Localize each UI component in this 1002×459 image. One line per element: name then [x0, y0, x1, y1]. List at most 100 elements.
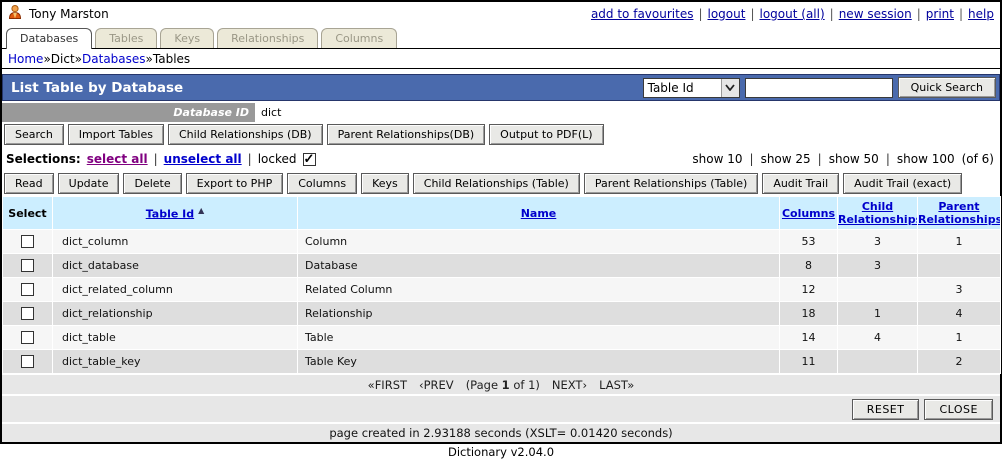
separator: |	[959, 7, 964, 21]
column-header-parent-relationships: Parent Relationships	[917, 196, 1001, 230]
cell-columns: 53	[779, 229, 838, 254]
table-row: dict_table Table 14 4 1	[2, 325, 1001, 350]
sort-by-table-id-link[interactable]: Table Id	[146, 207, 194, 220]
tables-list: Select Table Id ▲ Name Columns Child Rela…	[2, 196, 1001, 374]
show-50-link[interactable]: show 50	[829, 152, 879, 166]
pagination-bar: «FIRST ‹PREV (Page 1 of 1) NEXT› LAST»	[2, 375, 1000, 394]
row-select-checkbox[interactable]	[21, 331, 34, 345]
row-select-checkbox[interactable]	[21, 355, 34, 369]
breadcrumb-databases[interactable]: Databases	[82, 52, 146, 66]
toolbar-top: Search Import Tables Child Relationships…	[2, 122, 1000, 147]
cell-parent-relationships	[917, 253, 1001, 278]
keys-button[interactable]: Keys	[361, 173, 409, 194]
read-button[interactable]: Read	[4, 173, 54, 194]
next-page-link[interactable]: NEXT›	[552, 378, 587, 392]
title-bar: List Table by Database Table Id Quick Se…	[2, 74, 1000, 101]
separator: |	[885, 152, 890, 166]
row-select-checkbox[interactable]	[21, 259, 34, 273]
table-row: dict_database Database 8 3	[2, 253, 1001, 278]
prev-page-link[interactable]: ‹PREV	[419, 378, 454, 392]
table-header-row: Select Table Id ▲ Name Columns Child Rela…	[2, 196, 1001, 230]
import-tables-button[interactable]: Import Tables	[67, 124, 164, 145]
show-25-link[interactable]: show 25	[761, 152, 811, 166]
show-10-link[interactable]: show 10	[692, 152, 742, 166]
separator: |	[698, 7, 703, 21]
last-page-link[interactable]: LAST»	[599, 378, 634, 392]
show-options: show 10 | show 25 | show 50 | show 100 (…	[692, 152, 994, 166]
tab-columns[interactable]: Columns	[321, 28, 398, 48]
table-row: dict_relationship Relationship 18 1 4	[2, 301, 1001, 326]
app-version: Dictionary v2.04.0	[447, 445, 555, 459]
cell-name: Table	[297, 325, 780, 350]
row-select-checkbox[interactable]	[21, 283, 34, 297]
breadcrumb-home[interactable]: Home	[8, 52, 43, 66]
link-help[interactable]: help	[968, 7, 994, 21]
breadcrumb-dict: Dict	[50, 51, 75, 66]
tab-relationships[interactable]: Relationships	[217, 28, 319, 48]
cell-parent-relationships: 1	[917, 325, 1001, 350]
parent-relationships-db-button[interactable]: Parent Relationships(DB)	[326, 124, 486, 145]
sort-by-columns-link[interactable]: Columns	[782, 207, 835, 220]
reset-button[interactable]: RESET	[851, 398, 920, 420]
output-to-pdf-button[interactable]: Output to PDF(L)	[489, 124, 604, 145]
logged-in-user: Tony Marston	[29, 7, 109, 21]
cell-name: Related Column	[297, 277, 780, 302]
cell-parent-relationships: 3	[917, 277, 1001, 302]
unselect-all-link[interactable]: unselect all	[164, 152, 242, 166]
selections-label: Selections:	[6, 152, 81, 166]
link-add-to-favourites[interactable]: add to favourites	[591, 7, 694, 21]
audit-trail-button[interactable]: Audit Trail	[762, 173, 840, 194]
table-row: dict_related_column Related Column 12 3	[2, 277, 1001, 302]
update-button[interactable]: Update	[57, 173, 120, 194]
link-logout[interactable]: logout	[708, 7, 746, 21]
search-button[interactable]: Search	[4, 124, 64, 145]
export-to-php-button[interactable]: Export to PHP	[185, 173, 284, 194]
link-print[interactable]: print	[926, 7, 954, 21]
tab-keys[interactable]: Keys	[160, 28, 215, 48]
tab-databases[interactable]: Databases	[6, 28, 93, 49]
show-100-link[interactable]: show 100	[897, 152, 955, 166]
locked-checkbox[interactable]	[302, 151, 316, 167]
cell-parent-relationships: 2	[917, 349, 1001, 374]
row-select-checkbox[interactable]	[21, 235, 34, 249]
cell-child-relationships	[837, 277, 918, 302]
database-id-label: Database ID	[2, 103, 255, 122]
parent-relationships-table-button[interactable]: Parent Relationships (Table)	[583, 173, 759, 194]
sort-by-parent-relationships-link[interactable]: Parent Relationships	[919, 200, 1000, 226]
child-relationships-table-button[interactable]: Child Relationships (Table)	[412, 173, 580, 194]
separator: |	[829, 7, 834, 21]
quick-search-button[interactable]: Quick Search	[897, 77, 996, 98]
breadcrumb-separator: »	[74, 51, 83, 66]
cell-name: Column	[297, 229, 780, 254]
cell-child-relationships: 3	[837, 229, 918, 254]
locked-label: locked	[257, 152, 297, 166]
quick-search-field-select[interactable]: Table Id	[642, 77, 740, 98]
cell-columns: 14	[779, 325, 838, 350]
row-select-checkbox[interactable]	[21, 307, 34, 321]
audit-trail-exact-button[interactable]: Audit Trail (exact)	[843, 173, 963, 194]
cell-table-id: dict_column	[52, 229, 298, 254]
child-relationships-db-button[interactable]: Child Relationships (DB)	[167, 124, 323, 145]
cell-columns: 12	[779, 277, 838, 302]
close-button[interactable]: CLOSE	[924, 398, 993, 420]
first-page-link[interactable]: «FIRST	[368, 378, 407, 392]
quick-search-input[interactable]	[744, 77, 893, 98]
separator: |	[750, 7, 755, 21]
sort-by-child-relationships-link[interactable]: Child Relationships	[839, 200, 917, 226]
selections-controls: Selections: select all | unselect all | …	[6, 151, 316, 167]
current-page-number: 1	[501, 377, 510, 392]
link-logout-all[interactable]: logout (all)	[760, 7, 825, 21]
quick-search-area: Table Id Quick Search	[642, 77, 996, 98]
columns-button[interactable]: Columns	[287, 173, 358, 194]
selected-field: Table Id	[647, 80, 694, 95]
database-id-value: dict	[261, 106, 282, 119]
application-window: Tony Marston add to favourites | logout | lo…	[0, 0, 1002, 444]
separator: |	[247, 152, 252, 166]
chevron-down-icon[interactable]	[720, 78, 739, 97]
select-all-link[interactable]: select all	[87, 152, 148, 166]
cell-name: Relationship	[297, 301, 780, 326]
sort-by-name-link[interactable]: Name	[521, 207, 557, 220]
tab-tables[interactable]: Tables	[95, 28, 158, 48]
link-new-session[interactable]: new session	[839, 7, 912, 21]
delete-button[interactable]: Delete	[123, 173, 182, 194]
